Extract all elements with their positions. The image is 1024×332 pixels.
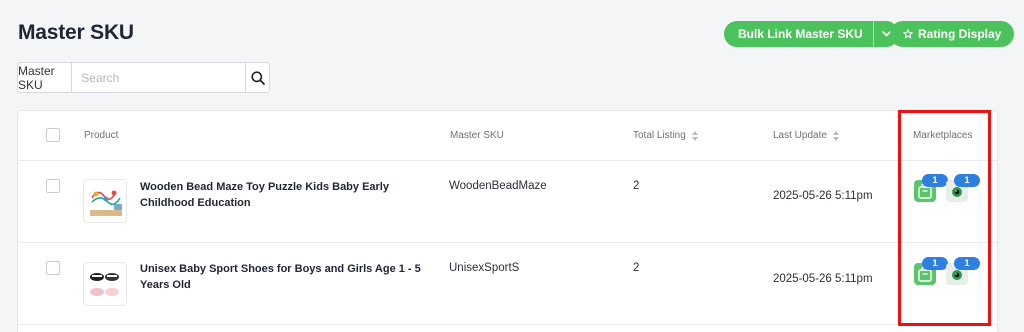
total-listing-value: 2 (633, 262, 640, 274)
product-name-link[interactable]: Wooden Bead Maze Toy Puzzle Kids Baby Ea… (140, 179, 430, 211)
product-thumbnail (83, 179, 127, 223)
search-field-selector[interactable]: Master SKU (18, 63, 73, 92)
sort-icon (691, 130, 698, 141)
last-update-value: 2025-05-26 5:11pm (773, 190, 873, 202)
master-sku-table: Product Master SKU Total Listing Last Up… (17, 110, 998, 332)
sort-icon (832, 130, 839, 141)
column-header-product: Product (84, 130, 119, 141)
column-header-last-update[interactable]: Last Update (773, 130, 839, 141)
master-sku-value: WoodenBeadMaze (449, 180, 547, 192)
column-header-total-listing[interactable]: Total Listing (633, 130, 698, 141)
search-bar: Master SKU (17, 62, 270, 93)
search-button[interactable] (245, 63, 269, 92)
row-checkbox[interactable] (46, 261, 60, 275)
marketplace-count-badge: 1 (954, 174, 980, 187)
row-divider (18, 324, 997, 325)
search-icon (251, 70, 265, 85)
marketplace-count-badge: 1 (922, 257, 948, 270)
header-divider (18, 160, 997, 161)
rating-display-label: Rating Display (918, 27, 1002, 41)
star-icon (903, 29, 913, 39)
page-title: Master SKU (18, 21, 134, 44)
column-header-master-sku: Master SKU (450, 130, 504, 141)
marketplace-count-badge: 1 (922, 174, 948, 187)
row-divider (18, 242, 997, 243)
bulk-link-button-group: Bulk Link Master SKU (724, 21, 899, 47)
rating-display-button[interactable]: Rating Display (890, 21, 1015, 47)
bulk-link-master-sku-button[interactable]: Bulk Link Master SKU (724, 21, 873, 47)
row-checkbox[interactable] (46, 179, 60, 193)
last-update-value: 2025-05-26 5:11pm (773, 273, 873, 285)
marketplace-count-badge: 1 (954, 257, 980, 270)
select-all-checkbox[interactable] (46, 128, 60, 142)
product-thumbnail (83, 262, 127, 306)
column-header-marketplaces: Marketplaces (913, 130, 973, 141)
total-listing-value: 2 (633, 180, 640, 192)
search-input[interactable] (72, 63, 246, 92)
master-sku-value: UnisexSportS (449, 262, 520, 274)
product-name-link[interactable]: Unisex Baby Sport Shoes for Boys and Gir… (140, 261, 430, 293)
